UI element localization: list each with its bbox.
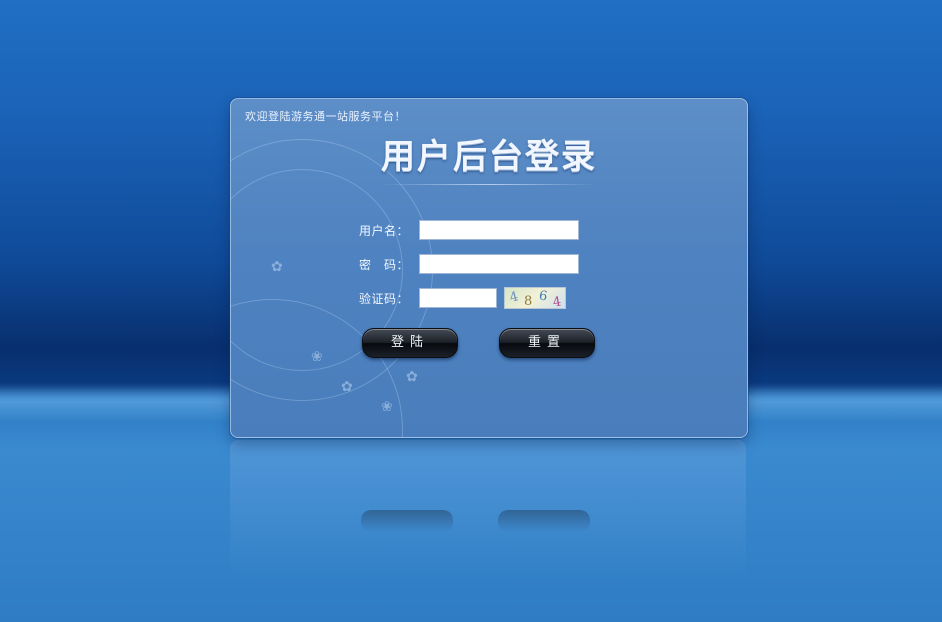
flower-icon: ✿ bbox=[341, 379, 353, 395]
login-button-reflection bbox=[361, 510, 453, 532]
captcha-row: 验证码： 4 8 6 4 bbox=[359, 287, 566, 309]
flower-icon: ✿ bbox=[406, 369, 418, 385]
captcha-image[interactable]: 4 8 6 4 bbox=[504, 287, 566, 309]
captcha-char: 4 bbox=[551, 294, 563, 309]
welcome-text: 欢迎登陆游务通一站服务平台！ bbox=[245, 110, 406, 123]
password-input[interactable] bbox=[419, 254, 579, 274]
password-label: 密 码： bbox=[359, 257, 410, 272]
login-panel: ✿ ❀ ✿ ❀ ✿ 欢迎登陆游务通一站服务平台！ 用户后台登录 用户名： 密 码… bbox=[230, 98, 748, 438]
page-title: 用户后台登录 bbox=[381, 137, 597, 177]
flower-icon: ✿ bbox=[271, 259, 283, 275]
username-input[interactable] bbox=[419, 220, 579, 240]
username-label: 用户名： bbox=[359, 223, 410, 238]
flower-icon: ❀ bbox=[381, 399, 393, 415]
flower-icon: ❀ bbox=[311, 349, 323, 365]
captcha-char: 4 bbox=[508, 289, 521, 306]
captcha-char: 6 bbox=[537, 288, 549, 305]
panel-reflection bbox=[230, 440, 746, 580]
captcha-char: 8 bbox=[524, 294, 533, 309]
username-row: 用户名： bbox=[359, 219, 579, 241]
reset-button-reflection bbox=[498, 510, 590, 532]
captcha-input[interactable] bbox=[419, 288, 497, 308]
captcha-label: 验证码： bbox=[359, 291, 410, 306]
title-divider bbox=[381, 184, 597, 185]
password-row: 密 码： bbox=[359, 253, 579, 275]
login-button[interactable]: 登陆 bbox=[362, 328, 458, 358]
reset-button[interactable]: 重置 bbox=[499, 328, 595, 358]
